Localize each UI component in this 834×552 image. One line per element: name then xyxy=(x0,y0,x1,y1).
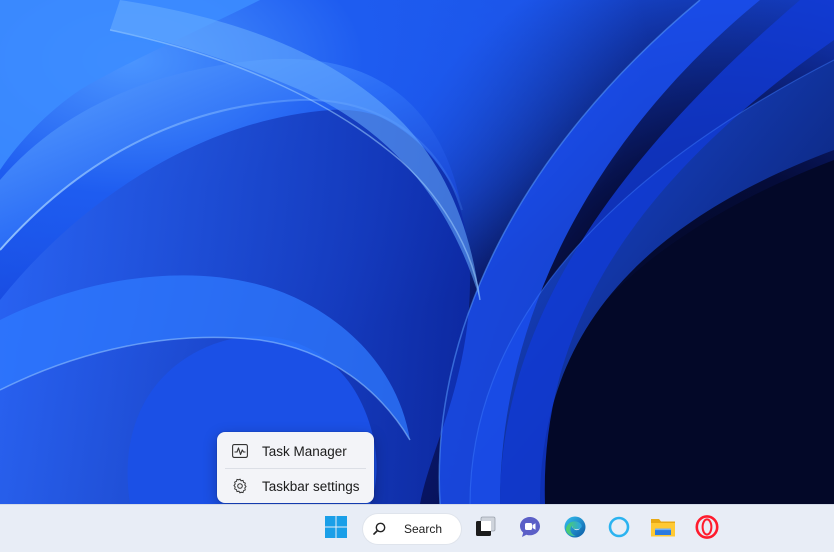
folder-icon xyxy=(650,516,676,542)
desktop-wallpaper xyxy=(0,0,834,504)
task-view-icon xyxy=(473,516,497,542)
opera-icon xyxy=(695,515,719,543)
taskbar-context-menu: Task Manager Taskbar settings xyxy=(217,432,374,503)
task-manager-icon xyxy=(231,442,249,460)
menu-item-label: Taskbar settings xyxy=(262,478,360,494)
search-button[interactable]: Search xyxy=(363,514,461,544)
search-label: Search xyxy=(404,522,443,536)
menu-item-label: Task Manager xyxy=(262,443,347,459)
teams-chat-button[interactable] xyxy=(514,513,546,545)
search-icon xyxy=(373,522,386,538)
cortana-icon xyxy=(607,515,631,543)
edge-icon xyxy=(563,515,587,543)
gear-icon xyxy=(231,477,249,495)
menu-item-taskbar-settings[interactable]: Taskbar settings xyxy=(220,470,371,502)
menu-separator xyxy=(225,468,366,469)
taskbar: Search xyxy=(0,504,834,552)
wallpaper-bloom xyxy=(0,0,834,504)
file-explorer-button[interactable] xyxy=(647,513,679,545)
edge-button[interactable] xyxy=(559,513,591,545)
task-view-button[interactable] xyxy=(469,513,501,545)
cortana-button[interactable] xyxy=(603,513,635,545)
windows-logo-icon xyxy=(324,515,348,543)
opera-button[interactable] xyxy=(691,513,723,545)
menu-item-task-manager[interactable]: Task Manager xyxy=(220,435,371,467)
teams-chat-icon xyxy=(518,515,542,543)
start-button[interactable] xyxy=(320,513,352,545)
